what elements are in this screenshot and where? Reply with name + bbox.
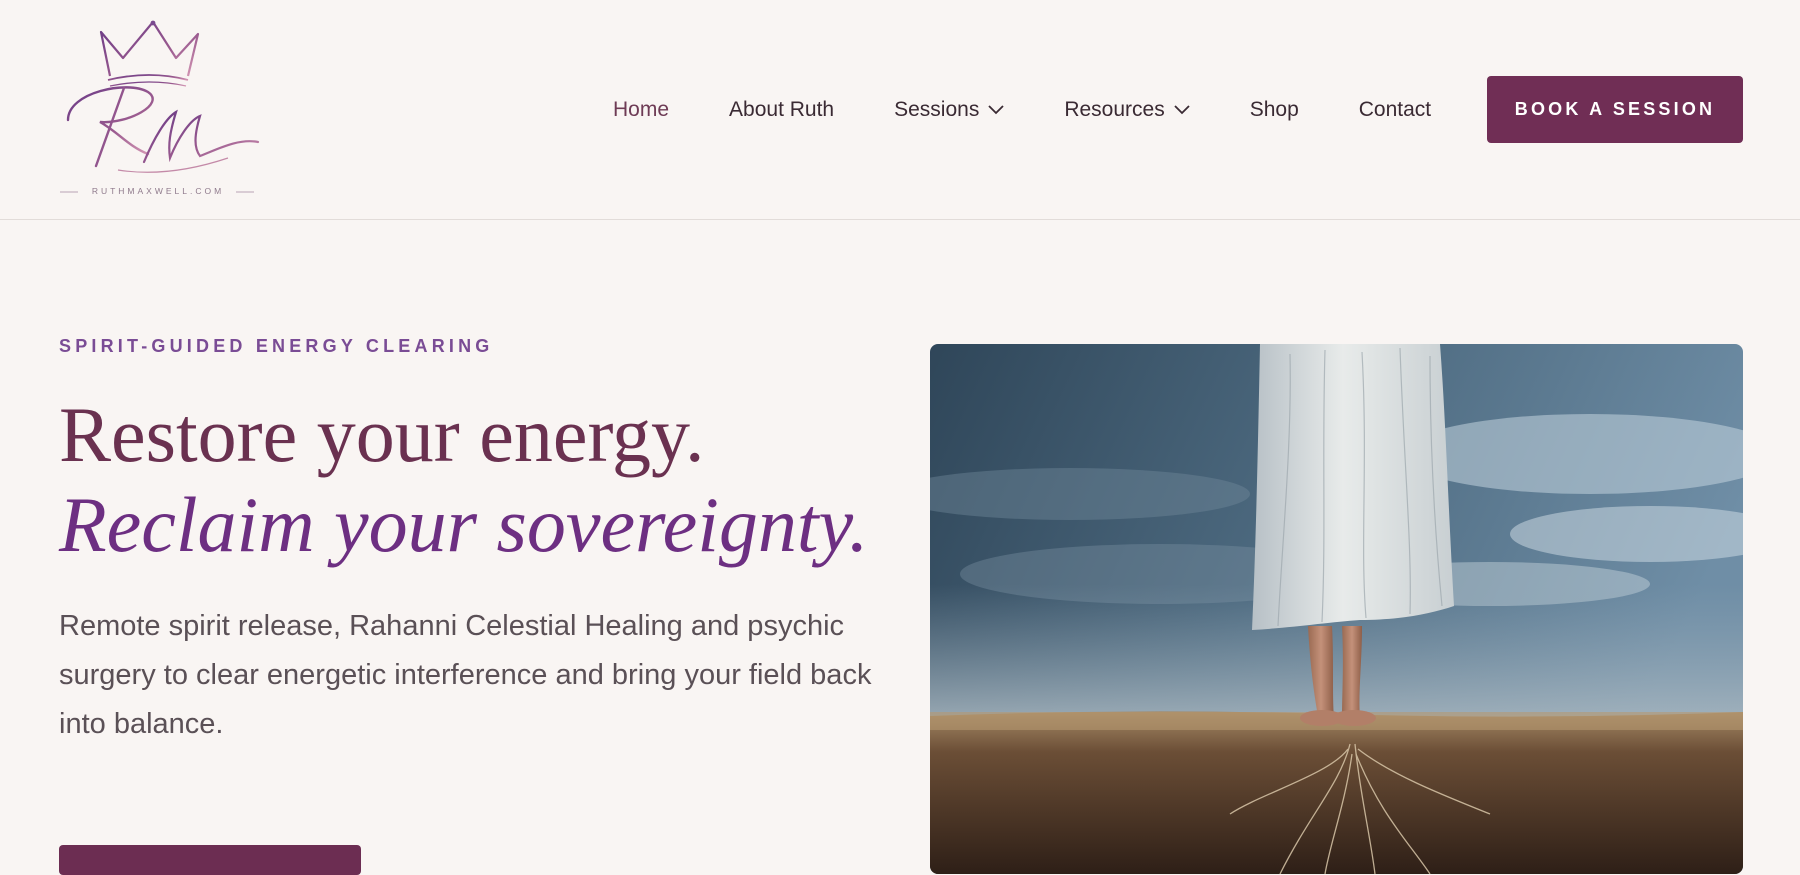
hero-headline-line1: Restore your energy.	[59, 391, 705, 478]
nav-item-shop[interactable]: Shop	[1250, 98, 1299, 122]
nav-item-label: Contact	[1358, 98, 1432, 121]
nav-item-label: Shop	[1249, 98, 1299, 121]
logo-domain-text: RUTHMAXWELL.COM	[91, 186, 225, 196]
chevron-down-icon	[1174, 105, 1190, 115]
nav-item-home[interactable]: Home	[613, 98, 669, 122]
hero-headline: Restore your energy. Reclaim your sovere…	[59, 390, 868, 570]
nav-item-label: Resources	[1064, 98, 1165, 121]
hero-headline-line2: Reclaim your sovereignty.	[59, 481, 869, 568]
site-header: RUTHMAXWELL.COM Home About Ruth Sessions…	[0, 0, 1800, 220]
nav-item-sessions[interactable]: Sessions	[894, 98, 1004, 122]
site-logo[interactable]: RUTHMAXWELL.COM	[58, 20, 262, 200]
hero-image	[930, 344, 1743, 874]
nav-item-resources[interactable]: Resources	[1064, 98, 1190, 122]
main-nav: Home About Ruth Sessions Resources Shop …	[613, 94, 1431, 126]
chevron-down-icon	[988, 105, 1004, 115]
book-session-button[interactable]: BOOK A SESSION	[1487, 76, 1743, 143]
nav-item-label: Sessions	[894, 98, 980, 121]
nav-item-contact[interactable]: Contact	[1359, 98, 1431, 122]
nav-item-about-ruth[interactable]: About Ruth	[729, 98, 834, 122]
nav-item-label: About Ruth	[729, 98, 835, 121]
hero-eyebrow: SPIRIT-GUIDED ENERGY CLEARING	[59, 336, 494, 356]
logo-monogram-icon	[60, 20, 260, 193]
hero-description: Remote spirit release, Rahanni Celestial…	[59, 610, 872, 740]
hero-cta-button[interactable]	[59, 845, 361, 875]
nav-item-label: Home	[613, 98, 670, 121]
hero-photo-illustration	[930, 344, 1743, 874]
